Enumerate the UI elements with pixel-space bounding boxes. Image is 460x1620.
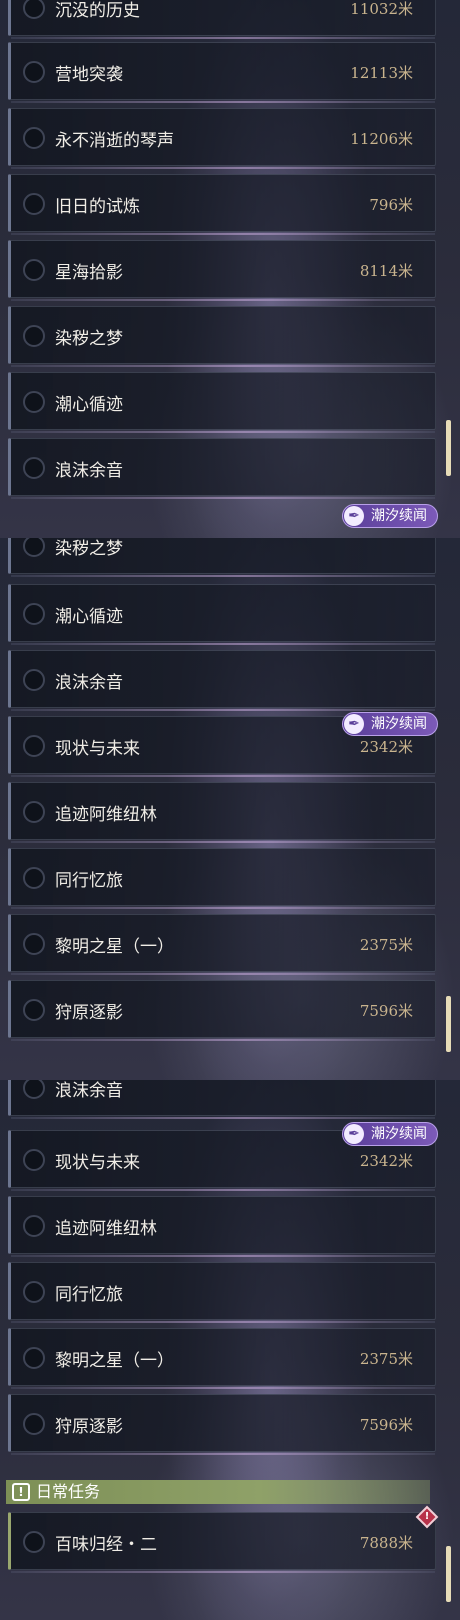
tag-label: 潮汐续闻 [371, 508, 427, 524]
quest-row[interactable]: 追迹阿维纽林 [8, 1196, 436, 1257]
quest-radio-button[interactable] [23, 0, 45, 19]
quest-radio-button[interactable] [23, 391, 45, 413]
feather-icon: ✒ [344, 1124, 364, 1144]
quest-radio-button[interactable] [23, 259, 45, 281]
exclamation-icon: ! [12, 1483, 30, 1501]
tag-label: 潮汐续闻 [371, 716, 427, 732]
quest-distance: 7888米 [359, 1534, 413, 1552]
quest-distance: 11032米 [350, 0, 413, 18]
quest-radio-button[interactable] [23, 1080, 45, 1099]
quest-radio-button[interactable] [23, 1413, 45, 1435]
quest-distance: 7596米 [359, 1416, 413, 1434]
quest-row[interactable]: 潮心循迹 [8, 584, 436, 645]
quest-radio-button[interactable] [23, 999, 45, 1021]
quest-name: 营地突袭 [55, 65, 123, 85]
quest-radio-button[interactable] [23, 801, 45, 823]
quest-distance: 11206米 [350, 130, 413, 148]
quest-radio-button[interactable] [23, 933, 45, 955]
quest-name: 同行忆旅 [55, 871, 123, 891]
quest-radio-button[interactable] [23, 603, 45, 625]
quest-row[interactable]: 狩原逐影 7596米 [8, 980, 436, 1041]
feather-icon: ✒ [344, 506, 364, 526]
quest-name: 浪沫余音 [55, 1081, 123, 1101]
scrollbar-thumb[interactable] [446, 996, 451, 1052]
tide-story-tag: ✒ 潮汐续闻 [342, 712, 438, 736]
quest-row[interactable]: 狩原逐影 7596米 [8, 1394, 436, 1455]
quest-radio-button[interactable] [23, 193, 45, 215]
quest-name: 染秽之梦 [55, 329, 123, 349]
daily-quest-row[interactable]: 百味归经・二 7888米 [8, 1512, 436, 1573]
quest-name: 旧日的试炼 [55, 197, 140, 217]
quest-row[interactable]: 营地突袭 12113米 [8, 42, 436, 103]
quest-name: 现状与未来 [55, 1153, 140, 1173]
quest-distance: 12113米 [350, 64, 413, 82]
quest-name: 狩原逐影 [55, 1417, 123, 1437]
quest-row[interactable]: 永不消逝的琴声 11206米 [8, 108, 436, 169]
quest-row[interactable]: 沉没的历史 11032米 [8, 0, 436, 39]
tide-story-tag: ✒ 潮汐续闻 [342, 504, 438, 528]
quest-name: 狩原逐影 [55, 1003, 123, 1023]
quest-row[interactable]: 浪沫余音 [8, 438, 436, 499]
quest-radio-button[interactable] [23, 1531, 45, 1553]
quest-name: 黎明之星（一） [55, 937, 174, 957]
quest-distance: 796米 [369, 196, 413, 214]
scrollbar-thumb[interactable] [446, 420, 451, 476]
quest-name: 百味归经・二 [55, 1535, 157, 1555]
quest-row[interactable]: 浪沫余音 [8, 650, 436, 711]
quest-radio-button[interactable] [23, 867, 45, 889]
tide-story-tag: ✒ 潮汐续闻 [342, 1122, 438, 1146]
quest-distance: 2342米 [359, 1152, 413, 1170]
quest-name: 追迹阿维纽林 [55, 1219, 157, 1239]
quest-distance: 2342米 [359, 738, 413, 756]
quest-row[interactable]: 染秽之梦 [8, 538, 436, 577]
quest-list-panel-3: 浪沫余音 现状与未来 2342米 追迹阿维纽林 同行忆旅 黎明之星（一） 237… [0, 1080, 460, 1620]
quest-radio-button[interactable] [23, 1281, 45, 1303]
quest-row[interactable]: 黎明之星（一） 2375米 [8, 1328, 436, 1389]
quest-distance: 2375米 [359, 1350, 413, 1368]
quest-name: 永不消逝的琴声 [55, 131, 174, 151]
feather-icon: ✒ [344, 714, 364, 734]
quest-radio-button[interactable] [23, 669, 45, 691]
quest-radio-button[interactable] [23, 538, 45, 557]
quest-name: 浪沫余音 [55, 461, 123, 481]
quest-name: 星海拾影 [55, 263, 123, 283]
quest-radio-button[interactable] [23, 1215, 45, 1237]
quest-distance: 2375米 [359, 936, 413, 954]
quest-radio-button[interactable] [23, 1149, 45, 1171]
quest-name: 现状与未来 [55, 739, 140, 759]
quest-row[interactable]: 追迹阿维纽林 [8, 782, 436, 843]
quest-radio-button[interactable] [23, 127, 45, 149]
scrollbar-thumb[interactable] [446, 1546, 451, 1602]
quest-row[interactable]: 旧日的试炼 796米 [8, 174, 436, 235]
quest-radio-button[interactable] [23, 735, 45, 757]
quest-row[interactable]: 同行忆旅 [8, 848, 436, 909]
quest-distance: 7596米 [359, 1002, 413, 1020]
quest-row[interactable]: 同行忆旅 [8, 1262, 436, 1323]
quest-list-panel-1: 沉没的历史 11032米 营地突袭 12113米 永不消逝的琴声 11206米 … [0, 0, 460, 538]
quest-distance: 8114米 [359, 262, 413, 280]
quest-name: 染秽之梦 [55, 539, 123, 559]
quest-name: 黎明之星（一） [55, 1351, 174, 1371]
quest-radio-button[interactable] [23, 1347, 45, 1369]
section-title: 日常任务 [36, 1482, 101, 1501]
quest-row[interactable]: 染秽之梦 [8, 306, 436, 367]
quest-name: 潮心循迹 [55, 607, 123, 627]
quest-name: 沉没的历史 [55, 1, 140, 21]
quest-row[interactable]: 星海拾影 8114米 [8, 240, 436, 301]
quest-row[interactable]: 黎明之星（一） 2375米 [8, 914, 436, 975]
quest-radio-button[interactable] [23, 457, 45, 479]
quest-radio-button[interactable] [23, 61, 45, 83]
quest-name: 追迹阿维纽林 [55, 805, 157, 825]
daily-quests-section-header: ! 日常任务 [6, 1480, 430, 1504]
quest-list-panel-2: 染秽之梦 潮心循迹 浪沫余音 现状与未来 2342米 追迹阿维纽林 同行忆旅 黎… [0, 538, 460, 1080]
quest-name: 浪沫余音 [55, 673, 123, 693]
quest-row[interactable]: 浪沫余音 [8, 1080, 436, 1119]
tag-label: 潮汐续闻 [371, 1126, 427, 1142]
quest-name: 潮心循迹 [55, 395, 123, 415]
quest-radio-button[interactable] [23, 325, 45, 347]
quest-row[interactable]: 潮心循迹 [8, 372, 436, 433]
quest-name: 同行忆旅 [55, 1285, 123, 1305]
